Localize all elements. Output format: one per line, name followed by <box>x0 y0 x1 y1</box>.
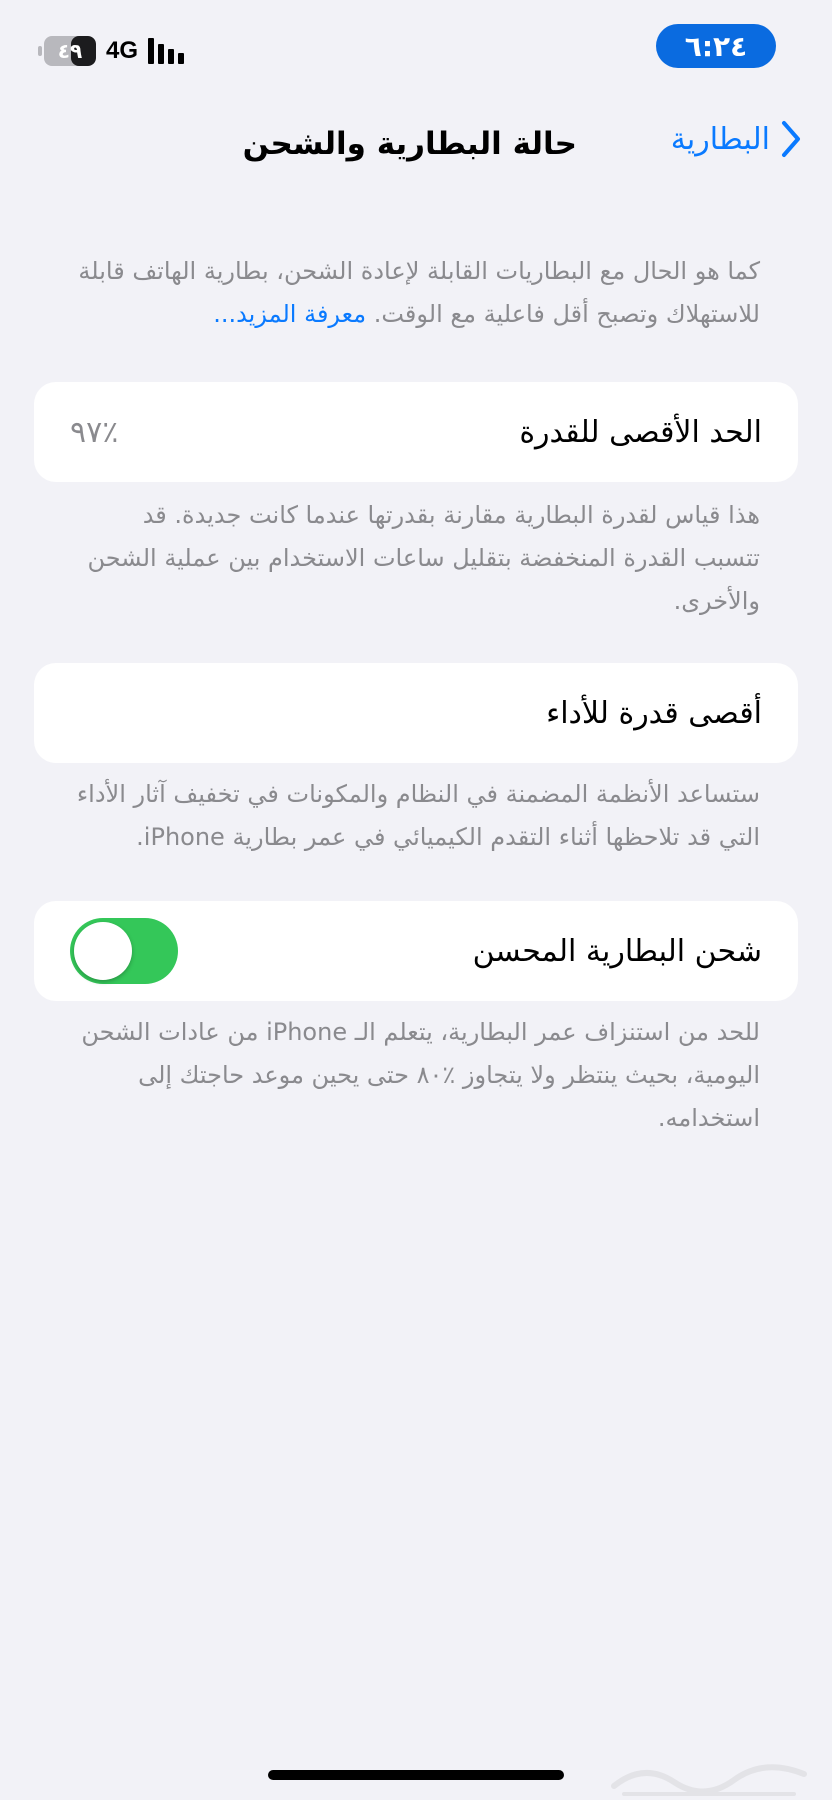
watermark-logo <box>611 1764 807 1796</box>
max-capacity-card: الحد الأقصى للقدرة ٪٩٧ <box>34 382 798 482</box>
status-bar: ٤٩ 4G ٦:٢٤ <box>0 0 832 100</box>
back-button-label: البطارية <box>670 121 770 157</box>
chevron-back-icon <box>782 121 800 157</box>
toggle-knob <box>74 922 132 980</box>
max-capacity-label: الحد الأقصى للقدرة <box>519 414 762 450</box>
network-type: 4G <box>106 37 139 64</box>
signal-bar <box>178 53 185 64</box>
status-time[interactable]: ٦:٢٤ <box>656 24 776 68</box>
max-capacity-value: ٪٩٧ <box>70 414 119 450</box>
optimized-charging-description: للحد من استنزاف عمر البطارية، يتعلم الـ … <box>81 1018 760 1132</box>
signal-bar <box>168 49 175 64</box>
signal-bar <box>158 44 165 64</box>
optimized-charging-label: شحن البطارية المحسن <box>472 933 762 969</box>
screen: ٤٩ 4G ٦:٢٤ البطارية حالة البطارية والشحن… <box>0 0 832 1800</box>
back-button[interactable]: البطارية <box>671 120 802 158</box>
main-content: كما هو الحال مع البطاريات القابلة لإعادة… <box>34 250 798 1140</box>
home-indicator[interactable] <box>268 1770 564 1780</box>
navigation-bar: البطارية حالة البطارية والشحن <box>0 112 832 182</box>
optimized-charging-toggle[interactable] <box>70 918 178 984</box>
max-capacity-description: هذا قياس لقدرة البطارية مقارنة بقدرتها ع… <box>87 501 760 615</box>
intro-text: كما هو الحال مع البطاريات القابلة لإعادة… <box>78 257 760 328</box>
cellular-signal-icon <box>148 38 185 64</box>
page-title: حالة البطارية والشحن <box>242 126 577 162</box>
peak-performance-label: أقصى قدرة للأداء <box>546 695 762 731</box>
signal-bar <box>148 38 155 64</box>
learn-more-link[interactable]: معرفة المزيد... <box>213 300 366 328</box>
intro-description: كما هو الحال مع البطاريات القابلة لإعادة… <box>34 250 798 336</box>
peak-performance-description: ستساعد الأنظمة المضمنة في النظام والمكون… <box>76 780 760 851</box>
battery-level: ٤٩ <box>57 39 83 63</box>
status-indicators: ٤٩ 4G <box>38 36 185 66</box>
optimized-charging-card: شحن البطارية المحسن <box>34 901 798 1001</box>
battery-icon: ٤٩ <box>38 36 96 66</box>
peak-performance-card[interactable]: أقصى قدرة للأداء <box>34 663 798 763</box>
